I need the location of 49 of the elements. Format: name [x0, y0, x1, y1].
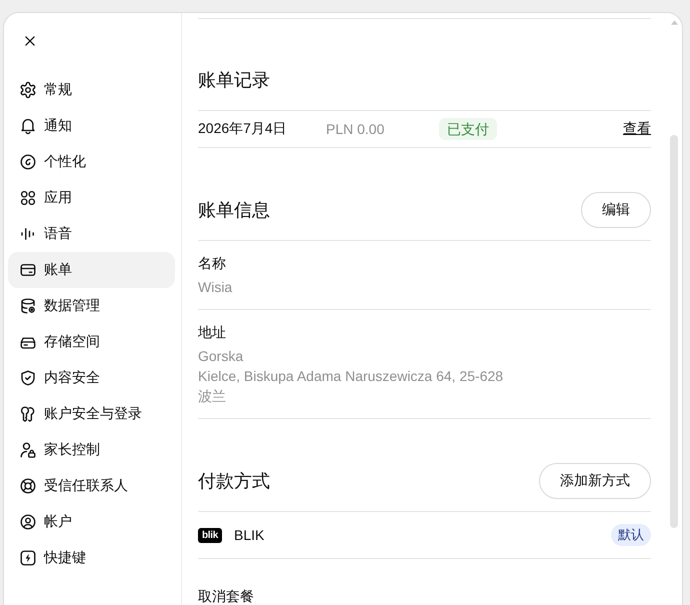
- close-icon: [23, 34, 37, 48]
- grid-icon: [19, 189, 37, 207]
- user-circle-icon: [19, 513, 37, 531]
- bolt-square-icon: [19, 549, 37, 567]
- section-title: 账单信息: [198, 199, 270, 222]
- bell-icon: [19, 117, 37, 135]
- sidebar-item[interactable]: 语音: [8, 216, 175, 252]
- sidebar-item[interactable]: 数据管理: [8, 288, 175, 324]
- edit-button[interactable]: 编辑: [581, 192, 651, 228]
- lifebuoy-icon: [19, 477, 37, 495]
- keys-icon: [19, 405, 37, 423]
- sidebar-item[interactable]: 应用: [8, 180, 175, 216]
- shield-check-icon: [19, 369, 37, 387]
- sidebar-item[interactable]: 内容安全: [8, 360, 175, 396]
- field-value: Wisia: [198, 278, 232, 297]
- sidebar-item[interactable]: 受信任联系人: [8, 468, 175, 504]
- person-lock-icon: [19, 441, 37, 459]
- scrollbar-thumb[interactable]: [670, 135, 678, 528]
- field-value: Kielce, Biskupa Adama Naruszewicza 64, 25-628: [198, 367, 504, 386]
- invoice-date: 2026年7月4日: [198, 120, 288, 138]
- view-link[interactable]: 查看: [623, 120, 651, 138]
- sidebar-item[interactable]: 常规: [8, 72, 175, 108]
- sidebar-item[interactable]: 帐户: [8, 504, 175, 540]
- sidebar-item[interactable]: 账户安全与登录: [8, 396, 175, 432]
- scroll-up-arrow-icon[interactable]: [670, 20, 678, 25]
- sidebar-item[interactable]: 存储空间: [8, 324, 175, 360]
- gear-icon: [19, 81, 37, 99]
- cancel-plan-title: 取消套餐: [198, 588, 254, 604]
- section-title: 账单记录: [198, 69, 270, 92]
- field-value: Gorska: [198, 347, 244, 366]
- circle-swirl-icon: [19, 153, 37, 171]
- waveform-icon: [19, 225, 37, 243]
- field-value: 波兰: [198, 387, 226, 406]
- add-method-button[interactable]: 添加新方式: [539, 463, 651, 499]
- invoice-amount: PLN 0.00: [326, 121, 386, 137]
- sidebar-item[interactable]: 家长控制: [8, 432, 175, 468]
- sidebar-item[interactable]: 通知: [8, 108, 175, 144]
- sidebar-item[interactable]: 快捷键: [8, 540, 175, 576]
- section-title: 付款方式: [198, 470, 270, 493]
- database-gear-icon: [19, 297, 37, 315]
- field-label: 地址: [198, 323, 226, 342]
- field-label: 名称: [198, 254, 226, 273]
- status-badge: 已支付: [439, 118, 497, 140]
- sidebar-item[interactable]: 个性化: [8, 144, 175, 180]
- default-badge: 默认: [611, 524, 651, 546]
- payment-method-name: BLIK: [234, 527, 264, 543]
- payment-logo: blik: [198, 528, 222, 542]
- card-icon: [19, 261, 37, 279]
- sidebar-item[interactable]: 账单: [8, 252, 175, 288]
